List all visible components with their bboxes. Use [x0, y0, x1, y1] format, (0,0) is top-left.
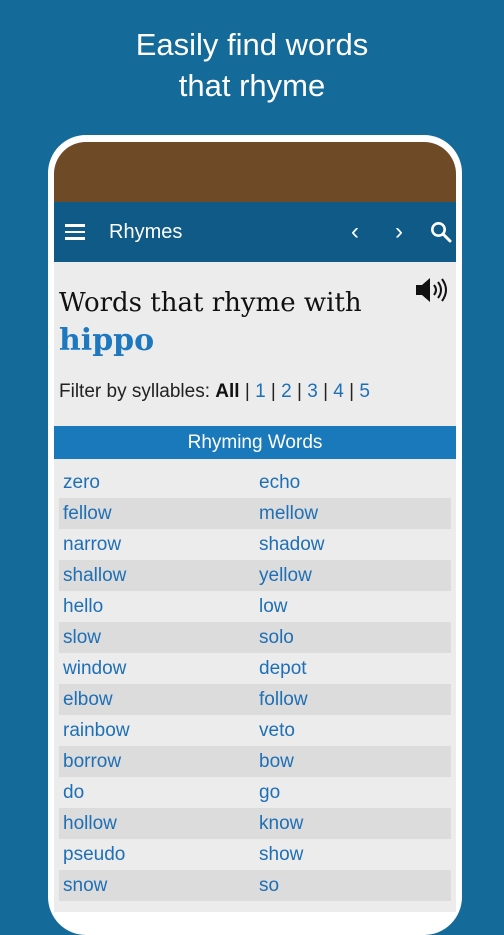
list-item: do go: [59, 777, 451, 808]
filter-4[interactable]: 4: [333, 381, 344, 402]
rhyme-word[interactable]: hello: [63, 594, 103, 619]
list-item: rainbow veto: [59, 715, 451, 746]
rhyme-word[interactable]: pseudo: [63, 842, 125, 867]
rhyme-word[interactable]: depot: [259, 656, 307, 681]
speaker-icon[interactable]: [415, 277, 451, 303]
rhyme-word[interactable]: go: [259, 780, 280, 805]
list-item: narrow shadow: [59, 529, 451, 560]
headline-line-1: Easily find words: [135, 27, 369, 62]
rhyme-word[interactable]: snow: [63, 873, 107, 898]
filter-all[interactable]: All: [215, 381, 239, 402]
filter-1[interactable]: 1: [255, 381, 266, 402]
search-icon[interactable]: [426, 216, 456, 248]
list-item: slow solo: [59, 622, 451, 653]
section-header: Rhyming Words: [54, 426, 456, 459]
chevron-right-icon[interactable]: ›: [384, 216, 414, 248]
rhyme-word[interactable]: hollow: [63, 811, 117, 836]
rhyme-word[interactable]: narrow: [63, 532, 121, 557]
phone-screen: Rhymes ‹ › Words that rhyme with hippo F…: [54, 142, 456, 912]
list-item: hello low: [59, 591, 451, 622]
rhyme-word[interactable]: low: [259, 594, 288, 619]
rhyme-word[interactable]: know: [259, 811, 303, 836]
list-item: zero echo: [59, 467, 451, 498]
filter-5[interactable]: 5: [359, 381, 370, 402]
rhyme-word[interactable]: bow: [259, 749, 294, 774]
content-area: Words that rhyme with hippo Filter by sy…: [54, 262, 456, 912]
promo-headline: Easily find words that rhyme: [0, 24, 504, 106]
rhyme-word[interactable]: zero: [63, 470, 100, 495]
rhyme-word[interactable]: do: [63, 780, 84, 805]
rhyme-list: zero echo fellow mellow narrow shadow sh…: [59, 467, 451, 901]
rhyme-word[interactable]: elbow: [63, 687, 113, 712]
list-item: hollow know: [59, 808, 451, 839]
app-bar-title: Rhymes: [109, 221, 183, 243]
rhyme-word[interactable]: rainbow: [63, 718, 130, 743]
rhyme-word[interactable]: echo: [259, 470, 300, 495]
rhyme-word[interactable]: show: [259, 842, 303, 867]
rhyme-word[interactable]: borrow: [63, 749, 121, 774]
list-item: pseudo show: [59, 839, 451, 870]
page-title: Words that rhyme with: [59, 288, 362, 318]
list-item: window depot: [59, 653, 451, 684]
rhyme-word[interactable]: mellow: [259, 501, 318, 526]
rhyme-word[interactable]: veto: [259, 718, 295, 743]
chevron-left-icon[interactable]: ‹: [340, 216, 370, 248]
status-bar: [54, 142, 456, 202]
list-item: snow so: [59, 870, 451, 901]
rhyme-word[interactable]: follow: [259, 687, 308, 712]
rhyme-word[interactable]: yellow: [259, 563, 312, 588]
rhyme-word[interactable]: slow: [63, 625, 101, 650]
headline-line-2: that rhyme: [178, 68, 326, 103]
filter-2[interactable]: 2: [281, 381, 292, 402]
list-item: elbow follow: [59, 684, 451, 715]
menu-icon[interactable]: [65, 224, 85, 240]
list-item: fellow mellow: [59, 498, 451, 529]
list-item: borrow bow: [59, 746, 451, 777]
rhyme-word[interactable]: so: [259, 873, 279, 898]
rhyme-word[interactable]: solo: [259, 625, 294, 650]
rhyme-word[interactable]: fellow: [63, 501, 112, 526]
app-bar: Rhymes ‹ ›: [54, 202, 456, 262]
filter-label: Filter by syllables:: [59, 381, 210, 402]
rhyme-word[interactable]: shallow: [63, 563, 126, 588]
rhyme-word[interactable]: window: [63, 656, 126, 681]
rhyme-word[interactable]: shadow: [259, 532, 325, 557]
filter-3[interactable]: 3: [307, 381, 318, 402]
syllable-filter: Filter by syllables: All | 1 | 2 | 3 | 4…: [59, 381, 370, 402]
list-item: shallow yellow: [59, 560, 451, 591]
search-keyword: hippo: [59, 323, 155, 358]
